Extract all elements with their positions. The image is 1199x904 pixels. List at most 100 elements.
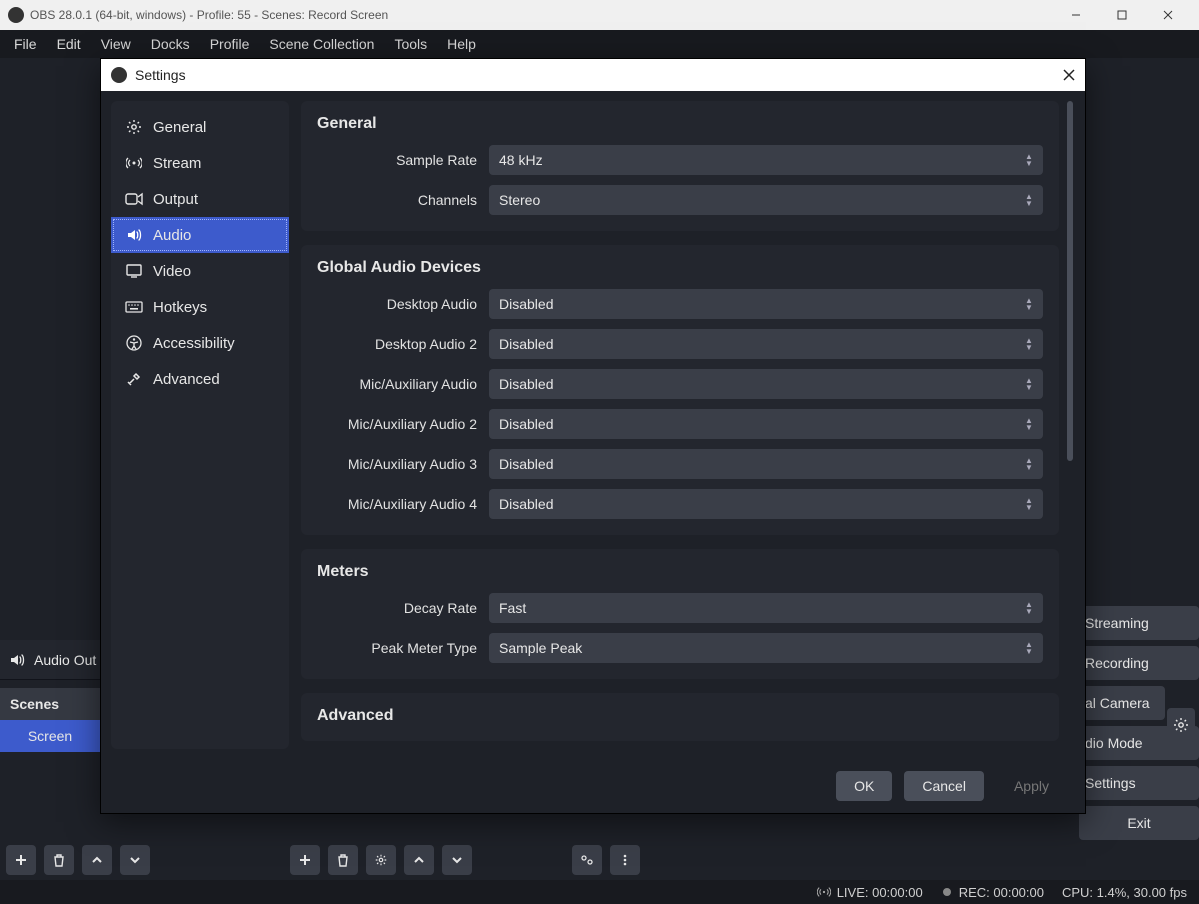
select-mic-aux[interactable]: Disabled▲▼ xyxy=(489,369,1043,399)
updown-icon: ▲▼ xyxy=(1021,409,1037,439)
sidebar-item-video[interactable]: Video xyxy=(111,253,289,289)
minimize-button[interactable] xyxy=(1053,0,1099,30)
virtual-camera-settings-button[interactable] xyxy=(1167,708,1195,742)
row-label: Peak Meter Type xyxy=(317,640,477,656)
sidebar-item-stream[interactable]: Stream xyxy=(111,145,289,181)
row-label: Mic/Auxiliary Audio xyxy=(317,376,477,392)
scenes-remove-button[interactable] xyxy=(44,845,74,875)
select-channels[interactable]: Stereo▲▼ xyxy=(489,185,1043,215)
dialog-close-button[interactable] xyxy=(1063,69,1075,81)
sources-remove-button[interactable] xyxy=(328,845,358,875)
sidebar-item-audio[interactable]: Audio xyxy=(111,217,289,253)
row-label: Mic/Auxiliary Audio 4 xyxy=(317,496,477,512)
select-sample-rate[interactable]: 48 kHz▲▼ xyxy=(489,145,1043,175)
maximize-button[interactable] xyxy=(1099,0,1145,30)
window-titlebar: OBS 28.0.1 (64-bit, windows) - Profile: … xyxy=(0,0,1199,30)
speaker-icon xyxy=(8,651,26,669)
scenes-move-down-button[interactable] xyxy=(120,845,150,875)
sidebar-item-label: Advanced xyxy=(153,371,220,388)
row-label: Mic/Auxiliary Audio 3 xyxy=(317,456,477,472)
start-recording-button[interactable]: Recording xyxy=(1079,646,1199,680)
audio-mixer-settings-button[interactable] xyxy=(572,845,602,875)
scrollbar-thumb[interactable] xyxy=(1067,101,1073,461)
select-peak-meter-type[interactable]: Sample Peak▲▼ xyxy=(489,633,1043,663)
statusbar: LIVE: 00:00:00 REC: 00:00:00 CPU: 1.4%, … xyxy=(0,880,1199,904)
speaker-icon xyxy=(125,226,143,244)
dialog-title: Settings xyxy=(135,67,186,83)
cancel-button[interactable]: Cancel xyxy=(904,771,984,801)
status-rec: REC: 00:00:00 xyxy=(941,885,1044,900)
sidebar-item-label: Stream xyxy=(153,155,201,172)
sidebar-item-label: Hotkeys xyxy=(153,299,207,316)
select-mic-aux-3[interactable]: Disabled▲▼ xyxy=(489,449,1043,479)
menu-view[interactable]: View xyxy=(91,32,141,56)
updown-icon: ▲▼ xyxy=(1021,369,1037,399)
settings-button[interactable]: Settings xyxy=(1079,766,1199,800)
close-button[interactable] xyxy=(1145,0,1191,30)
status-live: LIVE: 00:00:00 xyxy=(817,885,923,900)
audio-output-item[interactable]: Audio Out xyxy=(0,640,100,680)
menu-tools[interactable]: Tools xyxy=(384,32,437,56)
sidebar-item-accessibility[interactable]: Accessibility xyxy=(111,325,289,361)
ok-button[interactable]: OK xyxy=(836,771,892,801)
sidebar-item-label: Video xyxy=(153,263,191,280)
updown-icon: ▲▼ xyxy=(1021,145,1037,175)
row-label: Desktop Audio 2 xyxy=(317,336,477,352)
menu-docks[interactable]: Docks xyxy=(141,32,200,56)
select-mic-aux-2[interactable]: Disabled▲▼ xyxy=(489,409,1043,439)
record-icon xyxy=(941,886,953,898)
sidebar-item-output[interactable]: Output xyxy=(111,181,289,217)
accessibility-icon xyxy=(125,334,143,352)
updown-icon: ▲▼ xyxy=(1021,449,1037,479)
sidebar-item-label: Output xyxy=(153,191,198,208)
audio-output-label: Audio Out xyxy=(34,652,96,668)
exit-button[interactable]: Exit xyxy=(1079,806,1199,840)
menu-profile[interactable]: Profile xyxy=(200,32,260,56)
select-mic-aux-4[interactable]: Disabled▲▼ xyxy=(489,489,1043,519)
updown-icon: ▲▼ xyxy=(1021,633,1037,663)
sidebar-item-advanced[interactable]: Advanced xyxy=(111,361,289,397)
updown-icon: ▲▼ xyxy=(1021,185,1037,215)
menu-edit[interactable]: Edit xyxy=(47,32,91,56)
output-icon xyxy=(125,190,143,208)
scene-item-screen[interactable]: Screen xyxy=(0,720,100,752)
select-desktop-audio-2[interactable]: Disabled▲▼ xyxy=(489,329,1043,359)
row-label: Desktop Audio xyxy=(317,296,477,312)
section-general: General Sample Rate 48 kHz▲▼ Channels St… xyxy=(301,101,1059,231)
row-label-channels: Channels xyxy=(317,192,477,208)
select-decay-rate[interactable]: Fast▲▼ xyxy=(489,593,1043,623)
audio-mixer-menu-button[interactable] xyxy=(610,845,640,875)
broadcast-icon xyxy=(125,154,143,172)
menu-file[interactable]: File xyxy=(4,32,47,56)
row-label-sample-rate: Sample Rate xyxy=(317,152,477,168)
scenes-move-up-button[interactable] xyxy=(82,845,112,875)
settings-sidebar: General Stream Output Audio Video xyxy=(111,101,289,749)
content-scrollbar[interactable] xyxy=(1065,101,1075,749)
window-title: OBS 28.0.1 (64-bit, windows) - Profile: … xyxy=(30,8,1053,22)
tools-icon xyxy=(125,370,143,388)
gear-icon xyxy=(125,118,143,136)
sources-move-down-button[interactable] xyxy=(442,845,472,875)
sidebar-item-label: General xyxy=(153,119,206,136)
start-streaming-button[interactable]: Streaming xyxy=(1079,606,1199,640)
virtual-camera-button[interactable]: al Camera xyxy=(1079,686,1165,720)
sources-move-up-button[interactable] xyxy=(404,845,434,875)
updown-icon: ▲▼ xyxy=(1021,289,1037,319)
section-advanced: Advanced xyxy=(301,693,1059,741)
apply-button[interactable]: Apply xyxy=(996,771,1067,801)
sources-properties-button[interactable] xyxy=(366,845,396,875)
updown-icon: ▲▼ xyxy=(1021,489,1037,519)
scenes-add-button[interactable] xyxy=(6,845,36,875)
menu-help[interactable]: Help xyxy=(437,32,486,56)
sidebar-item-hotkeys[interactable]: Hotkeys xyxy=(111,289,289,325)
app-icon xyxy=(8,7,24,23)
sidebar-item-general[interactable]: General xyxy=(111,109,289,145)
select-desktop-audio[interactable]: Disabled▲▼ xyxy=(489,289,1043,319)
section-global-audio-devices: Global Audio Devices Desktop AudioDisabl… xyxy=(301,245,1059,535)
row-label: Mic/Auxiliary Audio 2 xyxy=(317,416,477,432)
broadcast-icon xyxy=(817,885,831,899)
menu-scene-collection[interactable]: Scene Collection xyxy=(259,32,384,56)
sidebar-item-label: Audio xyxy=(153,227,191,244)
keyboard-icon xyxy=(125,298,143,316)
sources-add-button[interactable] xyxy=(290,845,320,875)
